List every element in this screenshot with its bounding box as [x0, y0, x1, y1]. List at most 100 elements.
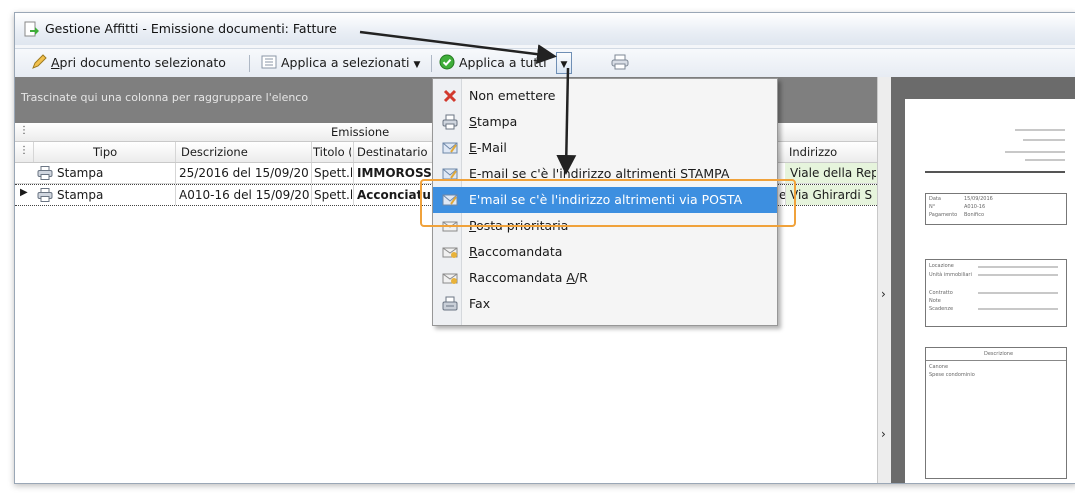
toolbar: Apri documento selezionato Applica a sel… — [15, 48, 1075, 78]
toolbar-separator — [431, 55, 432, 72]
menu-item-label: Fax — [469, 296, 491, 311]
accelerator-letter: A — [566, 270, 575, 285]
apply-all-dropdown-button[interactable]: ▼ — [556, 52, 572, 74]
red-x-icon — [443, 89, 457, 103]
chevron-right-icon[interactable]: › — [881, 427, 886, 441]
preview-value: A010-16 — [964, 204, 986, 210]
toolbar-separator — [249, 55, 250, 72]
label-rest: accomandata — [477, 244, 563, 259]
menu-item-raccomandata[interactable]: Raccomandata — [433, 239, 777, 265]
highlight-callout-box — [420, 179, 796, 227]
preview-rule — [926, 360, 1066, 361]
preview-box: Data N° Pagamento 15/09/2016 A010-16 Bon… — [925, 193, 1067, 225]
preview-line — [978, 292, 1058, 294]
preview-label: Contratto — [929, 290, 953, 296]
apply-all-label: Applica a tutti — [458, 55, 547, 70]
chevron-down-icon: ▼ — [560, 60, 568, 70]
column-divider — [311, 142, 312, 162]
menu-item-label: E-Mail — [469, 140, 507, 155]
row-descrizione: A010-16 del 15/09/20 — [179, 188, 309, 202]
chevron-down-icon[interactable]: ▼ — [413, 60, 420, 70]
list-icon — [261, 55, 277, 69]
row-titolo: Spett.l — [314, 166, 352, 180]
document-export-icon — [24, 21, 39, 37]
menu-item-label: Raccomandata — [469, 244, 562, 259]
preview-label: N° — [929, 204, 936, 210]
preview-label: Pagamento — [929, 212, 958, 218]
row-tipo: Stampa — [57, 166, 104, 180]
menu-item-stampa[interactable]: Stampa — [433, 109, 777, 135]
printer-icon — [37, 188, 53, 202]
preview-box: Descrizione Canone Spese condominio — [925, 347, 1067, 479]
preview-value: 15/09/2016 — [964, 196, 993, 202]
column-header-titolo[interactable]: Titolo ( — [313, 145, 351, 159]
column-divider — [353, 163, 354, 183]
column-divider — [175, 185, 176, 205]
menu-item-fax[interactable]: Fax — [433, 291, 777, 317]
accelerator-letter: E — [469, 140, 477, 155]
open-document-label: pri documento selezionato — [59, 55, 226, 70]
grip-icon[interactable]: ⋮ — [19, 125, 29, 136]
document-preview-pane: Data N° Pagamento 15/09/2016 A010-16 Bon… — [891, 77, 1075, 483]
row-titolo: Spett.l — [314, 188, 352, 202]
column-header-tipo[interactable]: Tipo — [93, 145, 117, 159]
preview-rule — [925, 171, 1065, 173]
menu-item-non-emettere[interactable]: Non emettere — [433, 83, 777, 109]
fax-icon — [442, 296, 458, 311]
apply-selected-label: Applica a selezionati — [280, 55, 410, 70]
menu-item-email[interactable]: E-Mail — [433, 135, 777, 161]
column-divider — [311, 185, 312, 205]
preview-label: Unità immobiliari — [929, 272, 972, 278]
row-indicator-icon: ▶ — [20, 187, 28, 198]
preview-label: Scadenze — [929, 306, 954, 312]
label-tail: /R — [574, 270, 588, 285]
open-document-label-accel: A — [50, 55, 60, 70]
row-indirizzo: Viale della Republ — [790, 166, 876, 180]
menu-item-label: Non emettere — [469, 88, 556, 103]
preview-line — [1005, 151, 1065, 153]
pencil-icon — [32, 54, 47, 69]
accelerator-letter: S — [469, 114, 477, 129]
preview-label: Locazione — [929, 263, 954, 269]
email-icon — [442, 142, 458, 154]
window-title: Gestione Affitti - Emissione documenti: … — [45, 21, 337, 36]
band-header-emissione: Emissione — [331, 125, 390, 139]
column-divider — [353, 142, 354, 162]
apply-all-button[interactable]: Applica a tutti — [439, 53, 547, 73]
label-rest: tampa — [476, 114, 518, 129]
preview-line — [1023, 139, 1065, 141]
preview-label: Canone — [929, 364, 949, 370]
menu-item-label: Raccomandata A/R — [469, 270, 588, 285]
preview-label: Spese condominio — [929, 372, 975, 378]
preview-line — [978, 308, 1058, 310]
preview-page: Data N° Pagamento 15/09/2016 A010-16 Bon… — [905, 99, 1075, 483]
green-check-icon — [439, 54, 455, 70]
title-bar: Gestione Affitti - Emissione documenti: … — [15, 13, 1075, 45]
open-document-button[interactable]: Apri documento selezionato — [31, 53, 226, 73]
column-divider — [175, 142, 176, 162]
column-header-descrizione[interactable]: Descrizione — [181, 145, 248, 159]
printer-icon — [37, 166, 53, 180]
preview-label: Note — [929, 298, 941, 304]
preview-line — [1025, 159, 1065, 161]
preview-line — [978, 274, 1058, 276]
print-button[interactable] — [611, 53, 629, 73]
apply-selected-button[interactable]: Applica a selezionati ▼ — [261, 53, 420, 73]
grip-icon[interactable]: ⋮ — [19, 145, 29, 156]
menu-item-raccomandata-ar[interactable]: Raccomandata A/R — [433, 265, 777, 291]
group-by-hint: Trascinate qui una colonna per raggruppa… — [21, 91, 309, 104]
preview-label: Data — [929, 196, 941, 202]
letter-icon — [442, 247, 458, 258]
column-header-destinatario[interactable]: Destinatario — [357, 145, 427, 159]
printer-icon — [611, 54, 629, 70]
letter-icon — [442, 273, 458, 284]
column-divider — [353, 185, 354, 205]
column-header-indirizzo[interactable]: Indirizzo — [789, 145, 837, 159]
row-destinatario: IMMOROSS — [357, 166, 432, 180]
printer-icon — [442, 114, 458, 130]
preview-value: Bonifico — [964, 212, 985, 218]
menu-item-label: Stampa — [469, 114, 517, 129]
column-divider — [175, 163, 176, 183]
label-start: Raccomandata — [469, 270, 567, 285]
chevron-right-icon[interactable]: › — [881, 287, 886, 301]
